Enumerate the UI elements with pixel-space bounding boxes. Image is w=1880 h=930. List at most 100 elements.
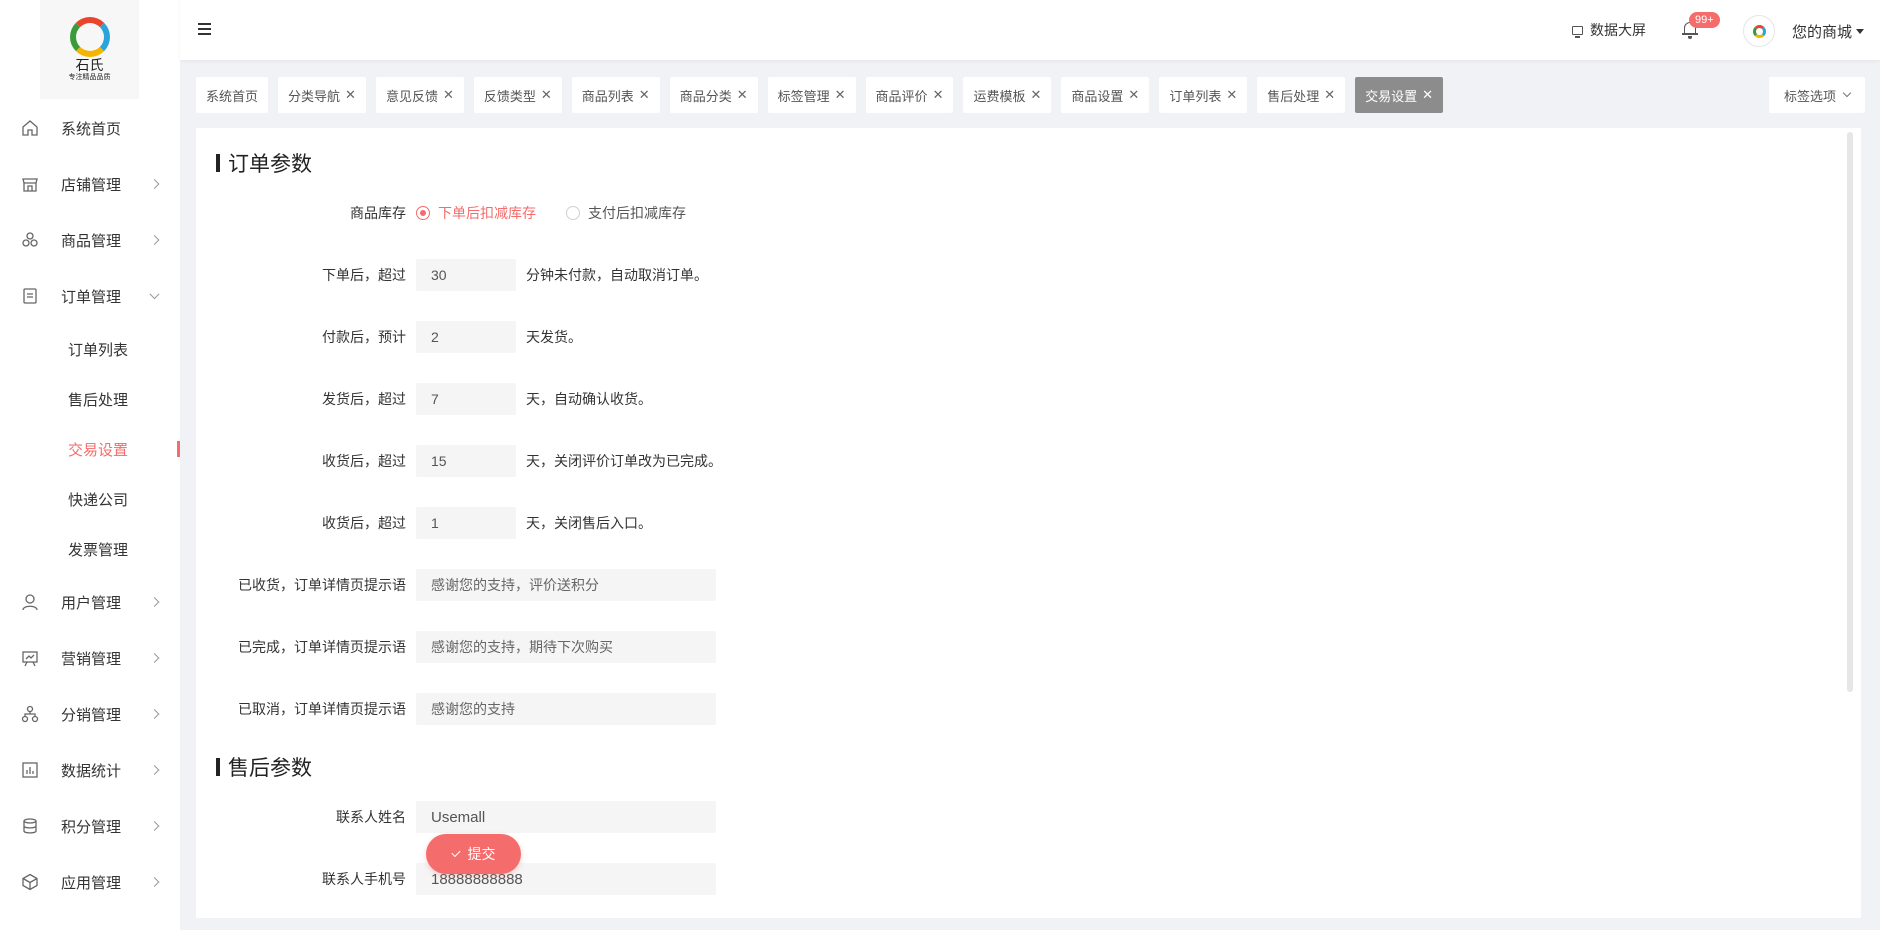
close-icon[interactable]: ✕ [1030, 87, 1041, 103]
cancel-row: 下单后，超过 30 分钟未付款，自动取消订单。 [196, 257, 708, 293]
close-icon[interactable]: ✕ [639, 87, 650, 103]
radio-circle [416, 206, 430, 220]
tag-category-nav[interactable]: 分类导航 ✕ [278, 77, 366, 113]
avatar[interactable] [1743, 15, 1775, 47]
contact-name-input[interactable]: Usemall [416, 801, 716, 833]
logo-mark-icon [69, 16, 110, 57]
hamburger-menu-icon[interactable] [198, 23, 211, 35]
menu-label: 数据统计 [61, 762, 122, 780]
menu-item-home[interactable]: 系统首页 [0, 100, 180, 156]
user-name-label: 您的商城 [1792, 24, 1853, 41]
tag-home[interactable]: 系统首页 [196, 77, 269, 113]
tag-label: 反馈类型 [483, 88, 536, 104]
monitor-icon [1572, 25, 1583, 38]
close-icon[interactable]: ✕ [933, 87, 944, 103]
tag-freight-template[interactable]: 运费模板 ✕ [963, 77, 1052, 113]
scrollbar[interactable] [1847, 132, 1853, 692]
menu-label: 系统首页 [61, 120, 122, 138]
chevron-right-icon [149, 653, 160, 663]
tags-bar: 系统首页 分类导航 ✕ 意见反馈 ✕ 反馈类型 ✕ 商品列表 ✕ 商品分类 ✕ 标签管理 ✕… [196, 77, 1453, 113]
data-screen-link[interactable]: 数据大屏 [1572, 20, 1646, 40]
chevron-down-icon [1842, 88, 1852, 98]
review-days-input[interactable]: 15 [416, 445, 516, 477]
sub-item-trade-settings[interactable]: 交易设置 [0, 424, 180, 474]
menu-label: 营销管理 [61, 650, 122, 668]
menu-item-distribution[interactable]: 分销管理 [0, 686, 180, 742]
data-screen-label: 数据大屏 [1590, 22, 1646, 38]
product-icon [20, 230, 40, 250]
radio-deduct-on-order[interactable]: 下单后扣减库存 [416, 203, 536, 223]
chevron-right-icon [149, 179, 160, 189]
menu-item-stats[interactable]: 数据统计 [0, 742, 180, 798]
close-icon[interactable]: ✕ [1128, 87, 1139, 103]
tag-aftersale[interactable]: 售后处理 ✕ [1257, 77, 1346, 113]
tag-trade-settings[interactable]: 交易设置 ✕ [1355, 77, 1444, 113]
completed-tip-row: 已完成，订单详情页提示语 感谢您的支持，期待下次购买 [196, 629, 716, 665]
sub-item-express[interactable]: 快递公司 [0, 474, 180, 524]
cancel-minutes-input[interactable]: 30 [416, 259, 516, 291]
tag-product-list[interactable]: 商品列表 ✕ [571, 77, 660, 113]
cancelled-tip-input[interactable]: 感谢您的支持 [416, 693, 716, 725]
chevron-right-icon [149, 235, 160, 245]
menu-label: 店铺管理 [61, 176, 122, 194]
chevron-down-icon [149, 289, 160, 300]
field-suffix: 天，关闭评价订单改为已完成。 [526, 453, 722, 469]
section-title-order: 订单参数 [216, 148, 312, 178]
chevron-right-icon [149, 877, 160, 887]
tag-label-manage[interactable]: 标签管理 ✕ [767, 77, 856, 113]
tag-label: 意见反馈 [385, 88, 438, 104]
tag-label: 商品评价 [875, 88, 928, 104]
ship-days-input[interactable]: 2 [416, 321, 516, 353]
tag-feedback-type[interactable]: 反馈类型 ✕ [473, 77, 562, 113]
tag-options-dropdown[interactable]: 标签选项 [1769, 77, 1865, 113]
user-menu[interactable]: 您的商城 [1792, 21, 1865, 42]
tag-label: 系统首页 [206, 88, 259, 104]
tag-feedback[interactable]: 意见反馈 ✕ [375, 77, 464, 113]
submit-button[interactable]: 提交 [426, 834, 521, 874]
menu-label: 积分管理 [61, 818, 122, 836]
radio-label: 下单后扣减库存 [438, 205, 536, 221]
logo-tagline: 专注精品品质 [68, 73, 111, 81]
tag-product-review[interactable]: 商品评价 ✕ [865, 77, 954, 113]
close-icon[interactable]: ✕ [1226, 87, 1237, 103]
menu-item-user[interactable]: 用户管理 [0, 574, 180, 630]
user-icon [20, 592, 40, 612]
sub-item-aftersale[interactable]: 售后处理 [0, 374, 180, 424]
sub-item-order-list[interactable]: 订单列表 [0, 324, 180, 374]
tag-options-label: 标签选项 [1783, 88, 1836, 104]
menu-item-marketing[interactable]: 营销管理 [0, 630, 180, 686]
close-icon[interactable]: ✕ [1422, 87, 1433, 103]
tag-product-category[interactable]: 商品分类 ✕ [669, 77, 758, 113]
menu-item-points[interactable]: 积分管理 [0, 798, 180, 854]
sub-item-invoice[interactable]: 发票管理 [0, 524, 180, 574]
menu-item-order[interactable]: 订单管理 [0, 268, 180, 324]
aftersale-days-input[interactable]: 1 [416, 507, 516, 539]
menu-item-app[interactable]: 应用管理 [0, 854, 180, 910]
close-icon[interactable]: ✕ [737, 87, 748, 103]
tag-product-settings[interactable]: 商品设置 ✕ [1061, 77, 1150, 113]
radio-deduct-on-payment[interactable]: 支付后扣减库存 [566, 203, 686, 223]
close-icon[interactable]: ✕ [835, 87, 846, 103]
tag-label: 运费模板 [973, 88, 1026, 104]
confirm-days-input[interactable]: 7 [416, 383, 516, 415]
section-title-aftersale: 售后参数 [216, 752, 312, 782]
close-icon[interactable]: ✕ [443, 87, 454, 103]
review-row: 收货后，超过 15 天，关闭评价订单改为已完成。 [196, 443, 722, 479]
tag-order-list[interactable]: 订单列表 ✕ [1159, 77, 1248, 113]
logo[interactable]: 石氏 专注精品品质 [40, 0, 139, 99]
field-label: 联系人手机号 [322, 871, 406, 887]
close-icon[interactable]: ✕ [345, 87, 356, 103]
field-label: 已完成，订单详情页提示语 [238, 639, 406, 655]
field-label: 付款后，预计 [322, 329, 406, 345]
close-icon[interactable]: ✕ [1324, 87, 1335, 103]
menu-item-store[interactable]: 店铺管理 [0, 156, 180, 212]
menu-item-product[interactable]: 商品管理 [0, 212, 180, 268]
top-header: 数据大屏 99+ 您的商城 [180, 0, 1880, 60]
close-icon[interactable]: ✕ [541, 87, 552, 103]
order-submenu: 订单列表 售后处理 交易设置 快递公司 发票管理 [0, 324, 180, 574]
store-icon [20, 174, 40, 194]
completed-tip-input[interactable]: 感谢您的支持，期待下次购买 [416, 631, 716, 663]
chart-icon [20, 760, 40, 780]
received-tip-input[interactable]: 感谢您的支持，评价送积分 [416, 569, 716, 601]
ship-row: 付款后，预计 2 天发货。 [196, 319, 582, 355]
